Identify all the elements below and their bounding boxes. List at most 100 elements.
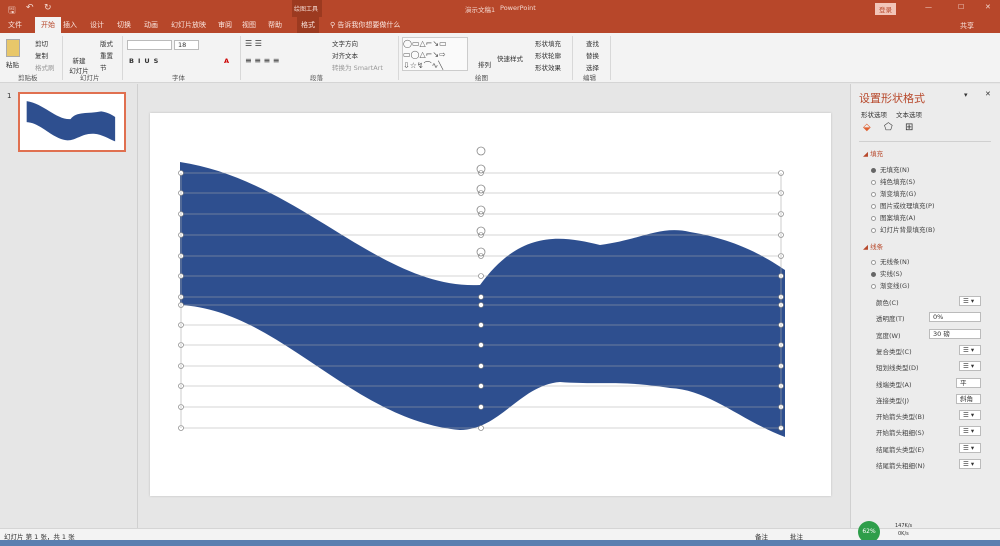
paste-button[interactable]: 粘贴 bbox=[6, 59, 19, 69]
shape-fill-button[interactable]: 形状填充 bbox=[535, 38, 561, 48]
shape-outline-button[interactable]: 形状轮廓 bbox=[535, 50, 561, 60]
ribbon-tabs: 文件 开始 插入 设计 切换 动画 幻灯片放映 审阅 视图 帮助 格式 ⚲ 告诉我你想要做什么 bbox=[0, 17, 1000, 33]
radio-option[interactable]: 渐变填充(G) bbox=[871, 188, 916, 198]
prop-label: 透明度(T) bbox=[876, 315, 905, 324]
resize-handle[interactable] bbox=[478, 322, 484, 328]
resize-handle[interactable] bbox=[478, 342, 484, 348]
reset-button[interactable]: 重置 bbox=[100, 50, 113, 60]
bullets-icon[interactable]: ☰ ☰ bbox=[245, 39, 262, 48]
tab-0[interactable]: 文件 bbox=[8, 20, 22, 30]
fill-line-icon[interactable]: ⬙ bbox=[863, 122, 871, 133]
tab-text-options[interactable]: 文本选项 bbox=[896, 109, 922, 119]
context-tool-label: 绘图工具 bbox=[292, 0, 322, 17]
prop-control[interactable]: ☰ ▾ bbox=[959, 442, 981, 453]
close-icon[interactable]: ✕ bbox=[985, 3, 991, 11]
section-button[interactable]: 节 bbox=[100, 62, 107, 72]
slide-thumbnail[interactable] bbox=[18, 92, 126, 152]
effects-icon[interactable]: ⬠ bbox=[884, 122, 893, 133]
pane-options-icon[interactable]: ▾ bbox=[964, 91, 968, 99]
resize-handle[interactable] bbox=[478, 383, 484, 389]
smartart-button[interactable]: 转换为 SmartArt bbox=[332, 62, 383, 72]
wave-shape[interactable] bbox=[180, 162, 785, 437]
prop-label: 结尾箭头粗细(N) bbox=[876, 462, 925, 470]
radio-option[interactable]: 实线(S) bbox=[871, 268, 902, 278]
minimize-icon[interactable]: — bbox=[925, 3, 932, 11]
prop-label: 开始箭头类型(B) bbox=[876, 413, 925, 422]
resize-handle[interactable] bbox=[478, 273, 484, 279]
prop-label: 连接类型(J) bbox=[876, 396, 909, 405]
tab-3[interactable]: 设计 bbox=[90, 20, 104, 30]
tab-8[interactable]: 视图 bbox=[242, 20, 256, 30]
shapes-gallery[interactable]: ◯▭△⌐↘▭ ▭◯△⌐↘⇨ ⇩☆↯⌒∿╲ bbox=[402, 37, 468, 71]
align-text-button[interactable]: 对齐文本 bbox=[332, 50, 358, 60]
tab-9[interactable]: 帮助 bbox=[268, 20, 282, 30]
resize-handle[interactable] bbox=[478, 302, 484, 308]
status-bar: 幻灯片 第 1 张，共 1 张 备注 批注 62% 147K/s 0K/s bbox=[0, 521, 1000, 543]
quick-styles-button[interactable]: 快速样式 bbox=[497, 53, 523, 63]
maximize-icon[interactable]: ☐ bbox=[958, 3, 964, 11]
cut-button[interactable]: 剪切 bbox=[35, 38, 48, 48]
radio-option[interactable]: 纯色填充(S) bbox=[871, 176, 915, 186]
prop-label: 结尾箭头类型(E) bbox=[876, 445, 925, 454]
group-drawing: 绘图 bbox=[475, 74, 488, 82]
resize-handle[interactable] bbox=[478, 294, 484, 300]
prop-control[interactable]: 斜角 bbox=[956, 393, 981, 404]
net-down: 0K/s bbox=[898, 531, 909, 537]
resize-handle[interactable] bbox=[478, 363, 484, 369]
resize-handle[interactable] bbox=[478, 404, 484, 410]
format-painter-button[interactable]: 格式刷 bbox=[35, 62, 55, 72]
prop-control[interactable]: 平 bbox=[956, 377, 981, 388]
radio-option[interactable]: 图案填充(A) bbox=[871, 212, 916, 222]
text-direction-button[interactable]: 文字方向 bbox=[332, 38, 358, 48]
radio-option[interactable]: 无填充(N) bbox=[871, 164, 909, 174]
group-font: 字体 bbox=[172, 74, 185, 82]
tab-7[interactable]: 审阅 bbox=[218, 20, 232, 30]
tab-shape-options[interactable]: 形状选项 bbox=[861, 109, 887, 119]
slide-canvas[interactable] bbox=[150, 113, 831, 496]
tab-10[interactable]: 格式 bbox=[297, 17, 319, 33]
resize-handle[interactable] bbox=[478, 425, 484, 431]
font-size-select[interactable]: 18 bbox=[174, 40, 199, 50]
prop-control[interactable]: ☰ ▾ bbox=[959, 344, 981, 355]
undo-icon[interactable]: ↶ bbox=[26, 3, 34, 13]
prop-control[interactable]: ☰ ▾ bbox=[959, 410, 981, 421]
shape-effects-button[interactable]: 形状效果 bbox=[535, 62, 561, 72]
line-section-header[interactable]: ◢ 线条 bbox=[863, 241, 883, 251]
login-button[interactable]: 登录 bbox=[875, 3, 896, 15]
fill-section-header[interactable]: ◢ 填充 bbox=[863, 148, 883, 158]
select-button[interactable]: 选择 bbox=[586, 62, 599, 72]
prop-control[interactable]: ☰ ▾ bbox=[959, 361, 981, 372]
replace-button[interactable]: 替换 bbox=[586, 50, 599, 60]
align-icons[interactable]: ≡ ≡ ≡ ≡ bbox=[245, 56, 279, 65]
tab-4[interactable]: 切换 bbox=[117, 20, 131, 30]
font-color-icon[interactable]: A bbox=[224, 57, 229, 65]
paste-icon[interactable] bbox=[6, 39, 20, 57]
radio-option[interactable]: 渐变线(G) bbox=[871, 280, 910, 290]
size-properties-icon[interactable]: ⊞ bbox=[905, 122, 913, 133]
copy-button[interactable]: 复制 bbox=[35, 50, 48, 60]
tab-6[interactable]: 幻灯片放映 bbox=[171, 20, 206, 30]
tab-2[interactable]: 插入 bbox=[63, 20, 77, 30]
wave-shape-group[interactable] bbox=[150, 113, 831, 496]
prop-control[interactable]: 0% bbox=[929, 312, 981, 323]
radio-option[interactable]: 图片或纹理填充(P) bbox=[871, 200, 935, 210]
find-button[interactable]: 查找 bbox=[586, 38, 599, 48]
pane-close-icon[interactable]: ✕ bbox=[985, 90, 991, 98]
radio-option[interactable]: 幻灯片背景填充(B) bbox=[871, 224, 935, 234]
layout-button[interactable]: 版式 bbox=[100, 38, 113, 48]
redo-icon[interactable]: ↻ bbox=[44, 3, 52, 13]
radio-option[interactable]: 无线条(N) bbox=[871, 256, 909, 266]
arrange-button[interactable]: 排列 bbox=[478, 59, 491, 69]
rotate-handle[interactable] bbox=[476, 146, 486, 156]
prop-control[interactable]: ☰ ▾ bbox=[959, 296, 981, 306]
tab-5[interactable]: 动画 bbox=[144, 20, 158, 30]
prop-control[interactable]: ☰ ▾ bbox=[959, 426, 981, 437]
share-button[interactable]: 共享 bbox=[960, 21, 974, 31]
prop-control[interactable]: ☰ ▾ bbox=[959, 459, 981, 469]
prop-control[interactable]: 30 磅 bbox=[929, 328, 981, 339]
font-format-buttons[interactable]: BIUS bbox=[129, 57, 162, 65]
tell-me-search[interactable]: ⚲ 告诉我你想要做什么 bbox=[330, 20, 400, 30]
font-name-select[interactable] bbox=[127, 40, 172, 50]
group-clipboard: 剪贴板 bbox=[18, 74, 38, 82]
tab-1[interactable]: 开始 bbox=[35, 17, 61, 33]
